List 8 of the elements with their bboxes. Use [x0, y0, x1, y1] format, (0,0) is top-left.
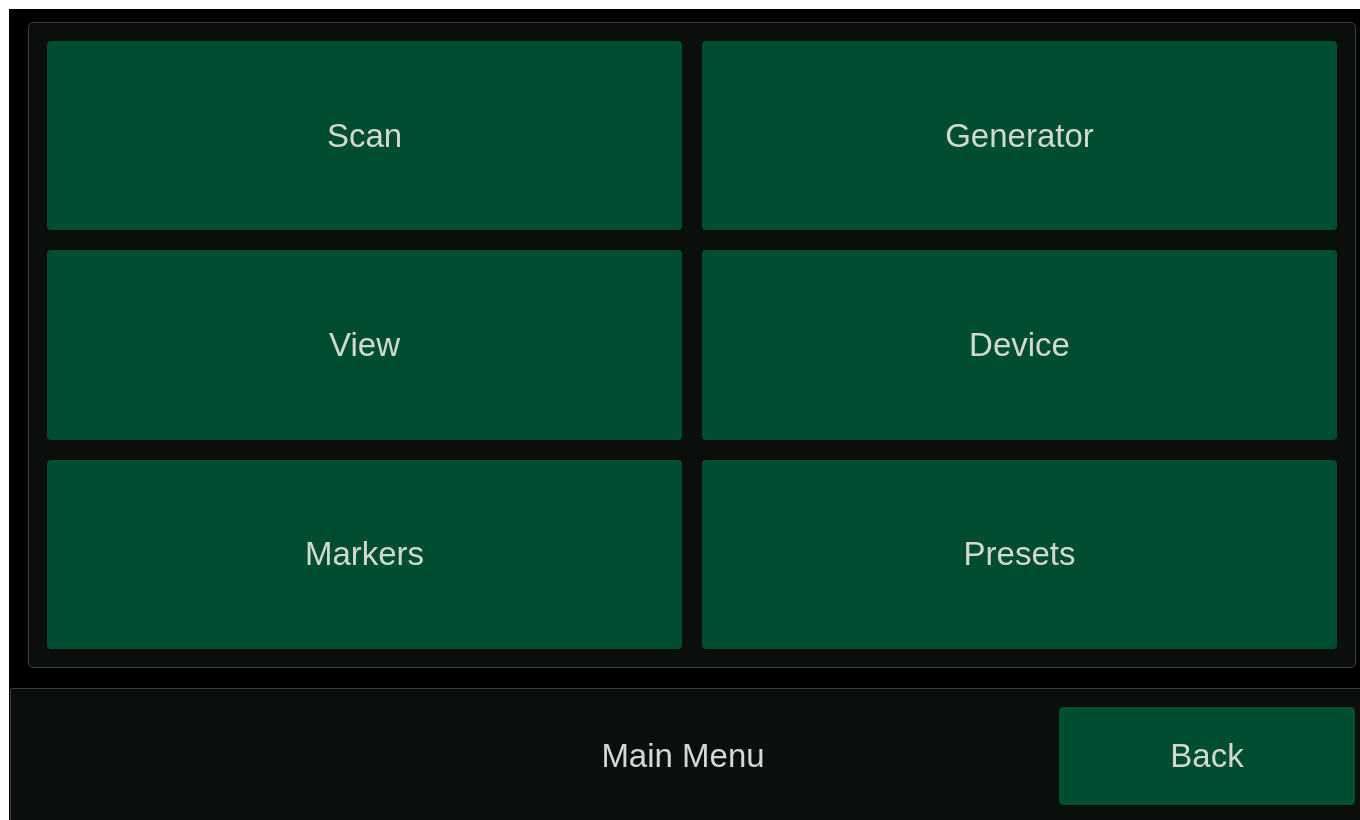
screen-title: Main Menu: [601, 736, 765, 775]
menu-button[interactable]: Generator: [702, 41, 1337, 231]
menu-button[interactable]: Device: [702, 250, 1337, 440]
menu-button[interactable]: Scan: [47, 41, 682, 231]
back-button[interactable]: Back: [1059, 706, 1355, 805]
menu-button[interactable]: Markers: [47, 459, 682, 649]
menu-button[interactable]: View: [47, 250, 682, 440]
menu-button[interactable]: Presets: [702, 459, 1337, 649]
